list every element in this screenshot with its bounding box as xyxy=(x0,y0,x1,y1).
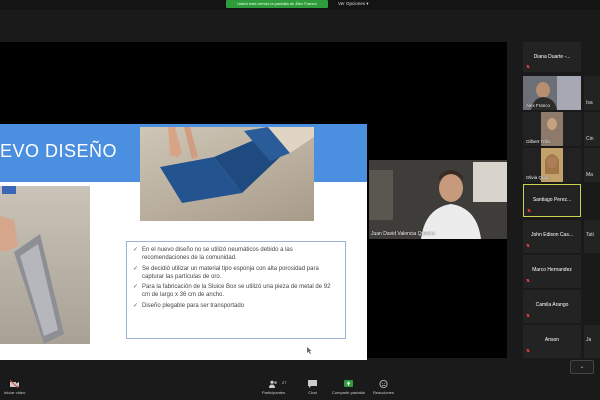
check-icon: ✓ xyxy=(133,247,139,253)
participant-tile-partial[interactable]: Ma xyxy=(584,148,600,182)
share-screen-icon xyxy=(343,380,353,387)
start-video-button[interactable]: Iniciar video xyxy=(4,380,25,395)
gallery-scroll-down-button[interactable]: ⌄ xyxy=(570,360,594,374)
slide-bullet: ✓ Para la fabricación de la Sluice Box s… xyxy=(133,283,339,299)
participant-tile-partial[interactable]: Isa xyxy=(584,76,600,110)
muted-mic-icon xyxy=(526,65,530,70)
presentation-slide: EVO DISEÑO ✓ En el nuevo diseño no se ut… xyxy=(0,124,367,360)
reactions-label: Reacciones xyxy=(373,390,394,395)
participant-tile-partial[interactable]: Cin xyxy=(584,112,600,146)
view-options-label: Ver Opciones xyxy=(338,1,366,6)
participant-name: Anson xyxy=(544,337,560,343)
slide-bullet-text: Diseño plegable para ser transportado xyxy=(142,302,245,309)
participant-tile-partial[interactable]: Tati xyxy=(584,220,600,253)
participant-tile[interactable]: John Edison Cas... xyxy=(523,220,581,253)
participant-name: John Edison Cas... xyxy=(531,232,573,238)
chat-button[interactable]: Chat xyxy=(308,380,317,395)
speaker-video[interactable]: Juan David Valencia Quesno xyxy=(369,160,507,239)
slide-bullet-box: ✓ En el nuevo diseño no se utilizó neumá… xyxy=(126,241,346,339)
participant-name: Marco Hernandez xyxy=(532,267,572,273)
participant-name: Camila Arango xyxy=(535,302,569,308)
chat-icon xyxy=(308,380,317,388)
chevron-down-icon: ▾ xyxy=(366,1,369,6)
participant-name: Santiago Perez... xyxy=(532,197,572,203)
muted-mic-icon xyxy=(526,279,530,284)
slide-bullet: ✓ En el nuevo diseño no se utilizó neumá… xyxy=(133,246,339,262)
participants-count: 27 xyxy=(282,380,287,385)
slide-photo-metal-panel xyxy=(0,186,90,344)
participant-tile[interactable]: Anson xyxy=(523,325,581,358)
check-icon: ✓ xyxy=(133,302,139,309)
participants-label: Participantes xyxy=(262,390,286,395)
participants-gallery: Diana Duarte -... Alex Franco Gilbert Tr… xyxy=(520,42,600,358)
participants-button[interactable]: Participantes 27 xyxy=(262,380,287,395)
muted-mic-icon xyxy=(526,314,530,319)
share-screen-label: Compartir pantalla xyxy=(332,390,365,395)
slide-photo-sluice-box xyxy=(140,127,314,221)
share-screen-button[interactable]: Compartir pantalla xyxy=(332,380,365,395)
view-options-button[interactable]: Ver Opciones ▾ xyxy=(338,0,369,8)
screen-share-banner-text: Usted está viendo la pantalla de Álex Fr… xyxy=(237,1,317,6)
check-icon: ✓ xyxy=(133,265,139,272)
chat-label: Chat xyxy=(308,390,317,395)
participant-tile[interactable]: Diana Duarte -... xyxy=(523,42,581,72)
speaker-name: Juan David Valencia Quesno xyxy=(371,231,436,237)
participant-name: Diana Duarte -... xyxy=(533,54,571,60)
partial-participant-name: Isa xyxy=(586,100,593,106)
participant-name: Olivia Quip... xyxy=(526,175,552,180)
muted-mic-icon xyxy=(527,209,531,214)
slide-bullet-text: En el nuevo diseño no se utilizó neumáti… xyxy=(142,247,293,261)
partial-participant-name: Tati xyxy=(586,232,594,238)
muted-mic-icon xyxy=(526,244,530,249)
reactions-icon xyxy=(379,380,388,388)
participant-tile[interactable]: Olivia Quip... xyxy=(523,148,581,182)
shared-screen: EVO DISEÑO ✓ En el nuevo diseño no se ut… xyxy=(0,42,507,360)
participant-tile[interactable]: Gilbert Trillo... xyxy=(523,112,581,146)
partial-participant-name: Ja xyxy=(586,337,592,343)
participant-name: Alex Franco xyxy=(526,103,551,108)
participant-tile-active-speaker[interactable]: Santiago Perez... xyxy=(523,184,581,217)
reactions-button[interactable]: Reacciones xyxy=(373,380,394,395)
start-video-label: Iniciar video xyxy=(4,390,26,395)
slide-bullet-text: Para la fabricación de la Sluice Box se … xyxy=(142,284,331,298)
participant-tile[interactable]: Camila Arango xyxy=(523,290,581,323)
slide-bullet: ✓ Se decidió utilizar un material tipo e… xyxy=(133,265,339,281)
participant-tile-partial[interactable]: Ja xyxy=(584,325,600,358)
video-off-icon xyxy=(10,380,20,388)
slide-bullet-text: Se decidió utilizar un material tipo esp… xyxy=(142,265,319,280)
screen-share-banner[interactable]: Usted está viendo la pantalla de Álex Fr… xyxy=(226,0,328,8)
muted-mic-icon xyxy=(526,349,530,354)
slide-title: EVO DISEÑO xyxy=(0,141,118,161)
check-icon: ✓ xyxy=(133,284,139,290)
participant-tile[interactable]: Alex Franco xyxy=(523,76,581,110)
partial-participant-name: Cin xyxy=(586,136,594,142)
participant-tile[interactable]: Marco Hernandez xyxy=(523,255,581,288)
participant-name: Gilbert Trillo... xyxy=(526,139,554,144)
mouse-cursor-icon xyxy=(307,347,312,354)
chevron-down-icon: ⌄ xyxy=(579,364,585,370)
partial-participant-name: Ma xyxy=(586,172,593,178)
slide-bullet: ✓ Diseño plegable para ser transportado xyxy=(133,302,339,310)
participants-icon xyxy=(269,380,277,388)
meeting-toolbar: Iniciar video Participantes 27 Chat Comp… xyxy=(0,378,600,400)
